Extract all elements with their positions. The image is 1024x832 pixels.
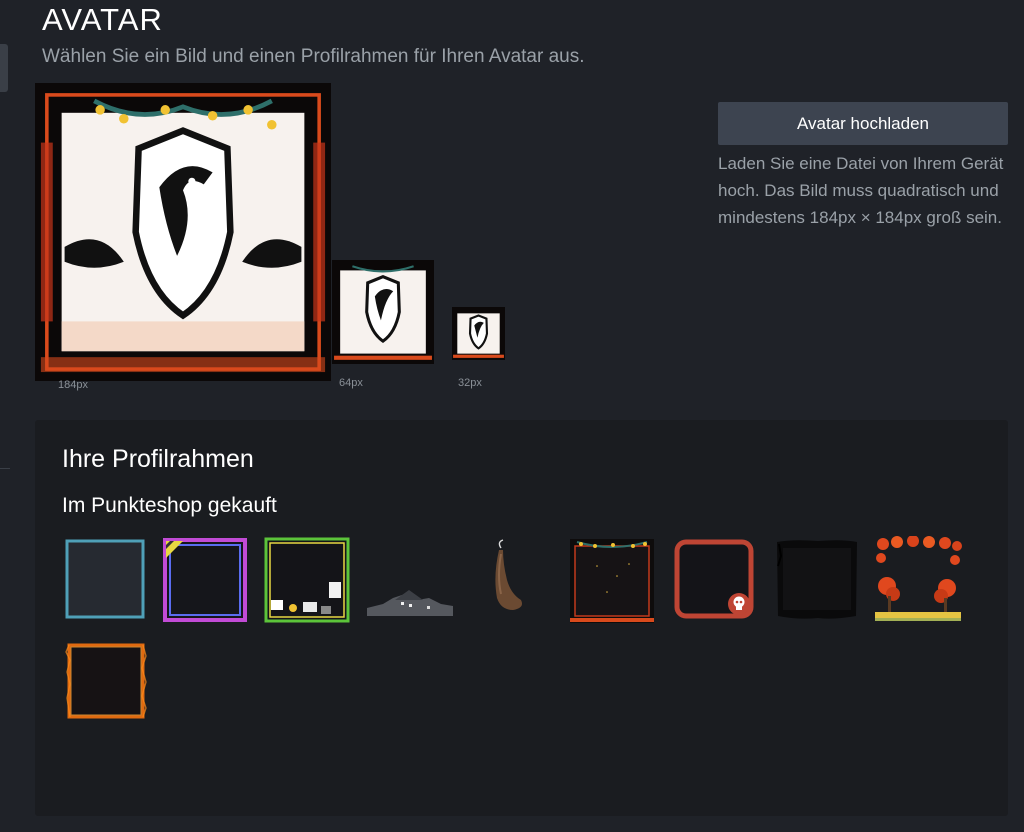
frame-option-6[interactable] (567, 536, 657, 626)
fire-frame-icon (65, 643, 147, 719)
avatar-settings-page: AVATAR Wählen Sie ein Bild und einen Pro… (0, 0, 1024, 832)
eagle-shield-avatar-icon (452, 307, 505, 360)
upload-avatar-button[interactable]: Avatar hochladen (718, 102, 1008, 145)
frame-option-3[interactable] (263, 536, 353, 626)
plain-teal-frame-icon (65, 539, 145, 619)
avatar-preview-large (35, 83, 331, 381)
sidebar-edge-tab[interactable] (0, 44, 8, 92)
avatar-preview-medium (332, 260, 434, 364)
frame-option-10[interactable] (62, 638, 152, 728)
starry-ornament-frame-icon (570, 539, 654, 623)
sidebar-divider (0, 468, 10, 469)
avatar-preview-small (452, 307, 505, 360)
size-label-medium: 64px (339, 377, 363, 389)
size-label-small: 32px (458, 377, 482, 389)
profile-frames-panel: Ihre Profilrahmen Im Punkteshop gekauft (35, 420, 1008, 816)
eagle-shield-avatar-icon (332, 260, 434, 364)
autumn-trees-frame-icon (875, 536, 962, 621)
frame-option-7[interactable] (671, 536, 761, 626)
page-subtitle: Wählen Sie ein Bild und einen Profilrahm… (42, 46, 585, 67)
neon-purple-frame-icon (163, 538, 247, 622)
frame-option-2[interactable] (161, 536, 251, 626)
frame-option-5[interactable] (467, 536, 557, 626)
frame-option-1[interactable] (62, 536, 152, 626)
red-skull-frame-icon (674, 539, 754, 619)
dark-ink-frame-icon (777, 540, 857, 619)
page-title: AVATAR (42, 2, 163, 37)
eagle-shield-avatar-icon (35, 83, 331, 381)
points-shop-section-title: Im Punkteshop gekauft (62, 494, 277, 517)
size-label-large: 184px (58, 379, 88, 391)
frame-option-4[interactable] (365, 536, 455, 626)
frame-option-9[interactable] (873, 536, 963, 626)
brown-tail-frame-icon (495, 539, 522, 610)
green-comic-frame-icon (264, 537, 350, 623)
frame-option-8[interactable] (773, 536, 863, 626)
gray-rooftop-frame-icon (367, 590, 453, 616)
upload-hint-text: Laden Sie eine Datei von Ihrem Gerät hoc… (718, 154, 1004, 227)
profile-frames-title: Ihre Profilrahmen (62, 445, 254, 473)
